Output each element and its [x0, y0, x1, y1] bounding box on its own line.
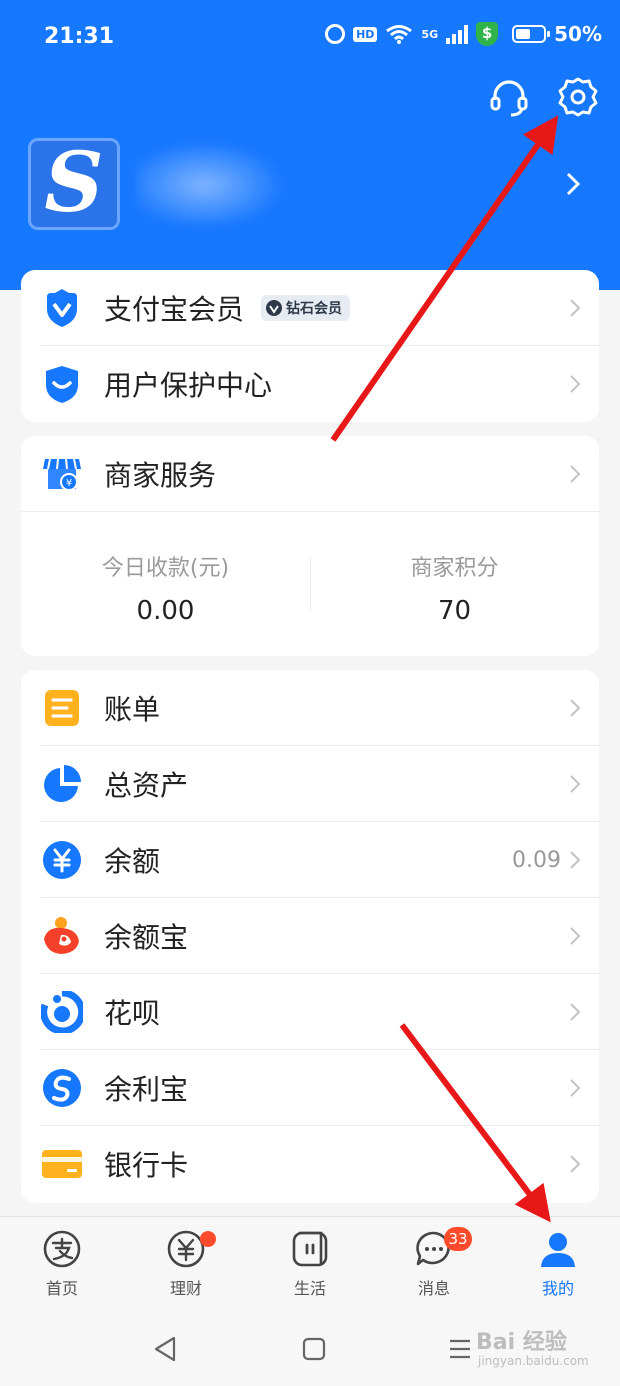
- status-bar: 21:31 HD 5G $ 50%: [0, 0, 620, 76]
- list-item-bank-card[interactable]: 银行卡: [21, 1126, 599, 1202]
- list-item-bill[interactable]: 账单: [21, 670, 599, 746]
- chevron-right-icon: [570, 699, 581, 717]
- tab-life[interactable]: 生活: [248, 1227, 372, 1313]
- chevron-right-icon: [570, 851, 581, 869]
- merchant-points-stat[interactable]: 商家积分 70: [310, 550, 599, 626]
- tab-mine-label: 我的: [541, 1279, 574, 1298]
- bank-card-label: 银行卡: [104, 1149, 189, 1182]
- hd-icon: HD: [353, 26, 378, 42]
- tab-home[interactable]: 首页: [0, 1227, 124, 1313]
- chevron-right-icon: [570, 1079, 581, 1097]
- profile-icon: [541, 1233, 575, 1267]
- list-item-total-assets[interactable]: 总资产: [21, 746, 599, 822]
- merchant-points-value: 70: [437, 596, 472, 626]
- diamond-member-badge: 钻石会员: [261, 295, 350, 321]
- svg-text:¥: ¥: [66, 478, 72, 489]
- tab-home-label: 首页: [45, 1279, 78, 1298]
- balance-label: 余额: [104, 845, 161, 878]
- alipay-logo-icon: [43, 1230, 81, 1268]
- status-time: 21:31: [44, 24, 115, 49]
- watermark-url: jingyan.baidu.com: [478, 1354, 589, 1368]
- chevron-right-icon[interactable]: [564, 170, 582, 198]
- battery-percent: 50%: [554, 22, 602, 46]
- bottom-tab-bar: 首页 理财 生活 33 消息 我的: [0, 1216, 620, 1316]
- status-icons: HD 5G $ 50%: [325, 22, 602, 46]
- diamond-member-label: 钻石会员: [286, 301, 342, 317]
- menu-icon[interactable]: [442, 1334, 478, 1364]
- user-protection-icon: [46, 366, 78, 403]
- back-icon[interactable]: [148, 1334, 184, 1364]
- bank-card-icon: [42, 1150, 82, 1178]
- chevron-right-icon: [570, 1003, 581, 1021]
- merchant-label: 商家服务: [104, 459, 217, 492]
- wifi-icon: [385, 24, 413, 44]
- list-item-balance[interactable]: 余额 0.09: [21, 822, 599, 898]
- merchant-points-label: 商家积分: [410, 556, 499, 581]
- list-item-yulibao[interactable]: 余利宝: [21, 1050, 599, 1126]
- huabei-icon: [41, 991, 83, 1033]
- chevron-right-icon: [570, 927, 581, 945]
- chevron-right-icon: [570, 775, 581, 793]
- member-label: 支付宝会员: [104, 293, 245, 326]
- today-income-stat[interactable]: 今日收款(元) 0.00: [21, 550, 310, 626]
- tab-messages[interactable]: 33 消息: [372, 1227, 496, 1313]
- network-type-label: 5G: [421, 27, 439, 41]
- avatar[interactable]: S: [28, 138, 120, 230]
- life-icon: [292, 1231, 328, 1267]
- headset-icon: [490, 80, 528, 117]
- tab-wealth-label: 理财: [169, 1279, 202, 1298]
- avatar-logo: S: [44, 138, 104, 230]
- merchant-stats: 今日收款(元) 0.00 商家积分 70: [21, 512, 599, 652]
- today-income-label: 今日收款(元): [101, 556, 230, 581]
- merchant-card: ¥ 商家服务 今日收款(元) 0.00 商家积分 70: [21, 436, 599, 656]
- gear-icon: [558, 77, 598, 117]
- alarm-icon: [325, 24, 346, 44]
- today-income-value: 0.00: [136, 596, 195, 626]
- bill-icon: [45, 690, 79, 726]
- diamond-icon: [266, 300, 282, 316]
- security-shield-icon: $: [476, 22, 499, 46]
- list-item-member[interactable]: 支付宝会员 钻石会员: [21, 270, 599, 346]
- yulibao-label: 余利宝: [104, 1073, 189, 1106]
- total-assets-label: 总资产: [104, 769, 189, 802]
- battery-icon: [512, 25, 551, 43]
- chevron-right-icon: [570, 375, 581, 393]
- finance-menu-card: 账单 总资产 余额 0.09 余额宝 花呗 余利宝 银行卡: [21, 670, 599, 1203]
- list-item-merchant[interactable]: ¥ 商家服务: [21, 436, 599, 512]
- unread-count-badge: 33: [444, 1227, 472, 1251]
- shield-v-icon: [47, 289, 77, 327]
- profile-header: 21:31 HD 5G $ 50% S: [0, 0, 620, 290]
- bill-label: 账单: [104, 693, 161, 726]
- chevron-right-icon: [570, 465, 581, 483]
- tab-life-label: 生活: [293, 1279, 326, 1298]
- settings-button[interactable]: [557, 76, 599, 118]
- home-icon[interactable]: [295, 1334, 331, 1364]
- list-item-huabei[interactable]: 花呗: [21, 974, 599, 1050]
- huabei-label: 花呗: [104, 997, 161, 1030]
- username-blurred[interactable]: [136, 140, 286, 230]
- tab-messages-label: 消息: [417, 1279, 450, 1298]
- user-protection-label: 用户保护中心: [104, 369, 273, 402]
- pie-chart-icon: [44, 765, 81, 802]
- signal-icon: [446, 24, 469, 44]
- membership-card: 支付宝会员 钻石会员 用户保护中心: [21, 270, 599, 422]
- yuebao-label: 余额宝: [104, 921, 189, 954]
- tab-wealth[interactable]: 理财: [124, 1227, 248, 1313]
- chevron-right-icon: [570, 1155, 581, 1173]
- list-item-yuebao[interactable]: 余额宝: [21, 898, 599, 974]
- yuan-coin-icon: [43, 841, 81, 879]
- list-item-user-protection[interactable]: 用户保护中心: [21, 346, 599, 422]
- chevron-right-icon: [570, 299, 581, 317]
- yuebao-icon: [44, 917, 79, 954]
- notification-dot: [200, 1231, 216, 1247]
- balance-value: 0.09: [512, 847, 561, 873]
- customer-service-button[interactable]: [488, 76, 530, 118]
- watermark-logo: Bai 经验: [476, 1330, 567, 1355]
- tab-mine[interactable]: 我的: [496, 1227, 620, 1313]
- yulibao-icon: [43, 1069, 81, 1107]
- store-icon: ¥: [43, 458, 81, 491]
